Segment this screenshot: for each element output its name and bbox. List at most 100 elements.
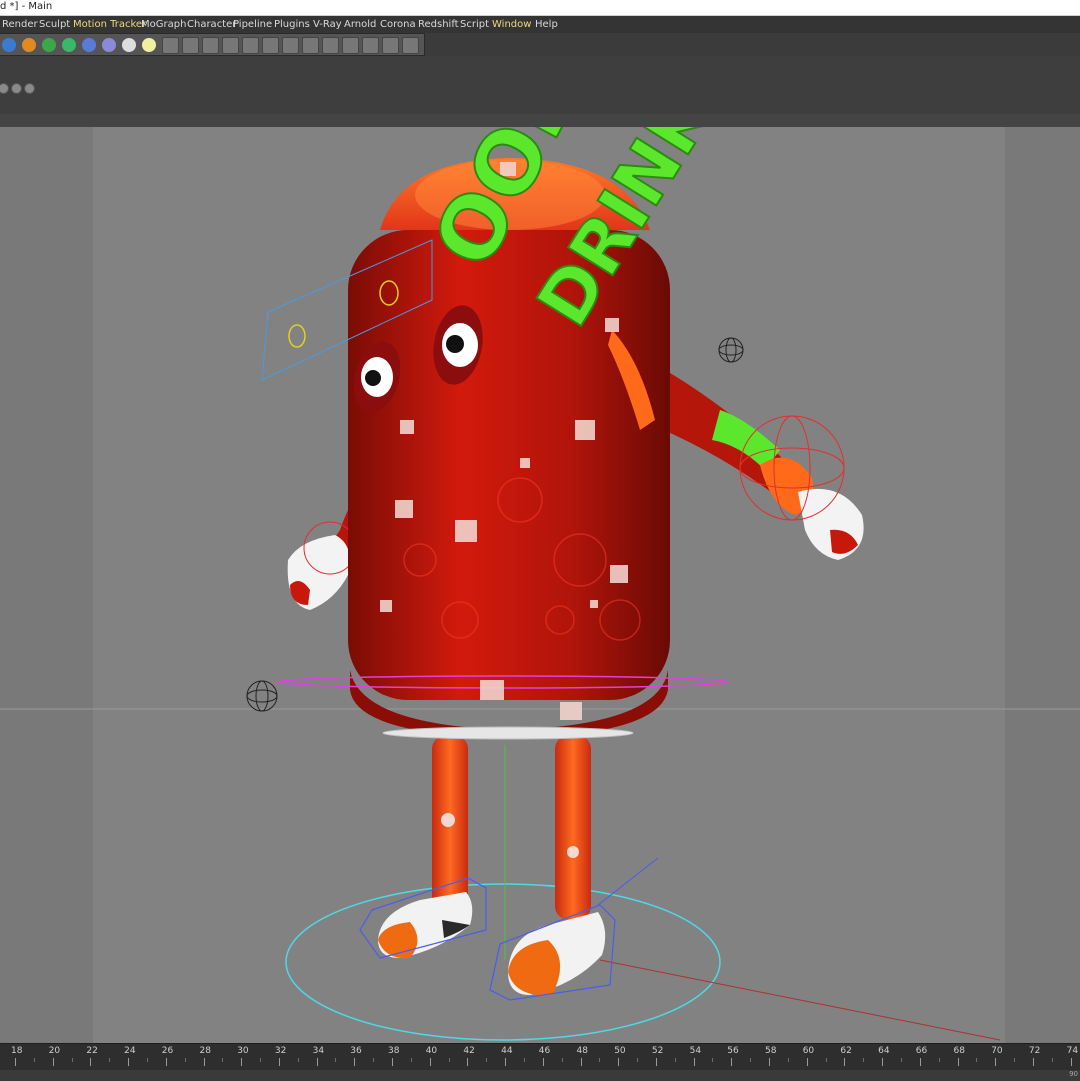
timeline-tick-label: 50	[614, 1046, 626, 1056]
grid-tool-icon-8[interactable]	[302, 37, 319, 54]
timeline-tick	[278, 1058, 280, 1066]
timeline-tick-label: 48	[576, 1046, 588, 1056]
timeline-minor-tick	[109, 1058, 111, 1062]
timeline-tick	[995, 1058, 997, 1066]
timeline-ruler[interactable]: 90 18 20 22 24 26 28 30 32 34 36 38 40 42 44 46 48 50 52 5…	[0, 1043, 1080, 1081]
menu-item-help[interactable]: Help	[535, 18, 558, 31]
timeline-minor-tick	[863, 1058, 865, 1062]
timeline-tick	[354, 1058, 356, 1066]
timeline-minor-tick	[448, 1058, 450, 1062]
light-icon[interactable]	[142, 38, 156, 52]
root-controller-circle[interactable]	[285, 883, 721, 1041]
grid-tool-icon-4[interactable]	[222, 37, 239, 54]
window-title: d *] - Main	[0, 1, 53, 12]
floor-icon[interactable]	[102, 38, 116, 52]
menu-item-pipeline[interactable]: Pipeline	[233, 18, 272, 31]
window-title-bar: d *] - Main	[0, 0, 1080, 16]
hip-pole-target-left[interactable]	[246, 680, 278, 712]
timeline-minor-tick	[373, 1058, 375, 1062]
timeline-tick	[882, 1058, 884, 1066]
timeline-tick-label: 44	[501, 1046, 513, 1056]
grid-tool-icon-7[interactable]	[282, 37, 299, 54]
timeline-minor-tick	[146, 1058, 148, 1062]
timeline-minor-tick	[561, 1058, 563, 1062]
menu-bar: Render Sculpt Motion Tracker MoGraph Charact…	[0, 16, 1080, 33]
timeline-tick	[844, 1058, 846, 1066]
timeline-tick-label: 52	[651, 1046, 664, 1056]
mode-icon-2[interactable]	[11, 83, 22, 94]
timeline-tick	[90, 1058, 92, 1066]
timeline-minor-tick	[976, 1058, 978, 1062]
timeline-tick	[693, 1058, 695, 1066]
scene-svg: OOL DRINK	[0, 127, 1080, 1041]
grid-tool-icon-12[interactable]	[382, 37, 399, 54]
menu-item-redshift[interactable]: Redshift	[418, 18, 459, 31]
3d-viewport[interactable]: OOL DRINK	[0, 127, 1080, 1043]
menu-item-arnold[interactable]: Arnold	[344, 18, 376, 31]
eye-target-left[interactable]	[288, 324, 306, 348]
can-rim	[382, 726, 634, 740]
timeline-minor-tick	[335, 1058, 337, 1062]
grid-tool-icon-9[interactable]	[322, 37, 339, 54]
pen-icon[interactable]	[22, 38, 36, 52]
grid-tool-icon-5[interactable]	[242, 37, 259, 54]
camera-icon[interactable]	[122, 38, 136, 52]
timeline-tick	[542, 1058, 544, 1066]
timeline-minor-tick	[71, 1058, 73, 1062]
timeline-minor-tick	[523, 1058, 525, 1062]
timeline-tick-label: 58	[765, 1046, 777, 1056]
leg-spot	[441, 813, 455, 827]
grid-tool-icon-6[interactable]	[262, 37, 279, 54]
timeline-tick-label: 22	[86, 1046, 98, 1056]
timeline-tick-label: 32	[274, 1046, 287, 1056]
menu-item-mograph[interactable]: MoGraph	[141, 18, 186, 31]
timeline-minor-tick	[900, 1058, 902, 1062]
menu-item-corona[interactable]: Corona	[380, 18, 416, 31]
generator-icon[interactable]	[62, 38, 76, 52]
right-leg	[555, 735, 591, 920]
timeline-tick-label: 74	[1066, 1046, 1079, 1056]
timeline-tick	[1032, 1058, 1034, 1066]
timeline-tick	[919, 1058, 921, 1066]
menu-item-v-ray[interactable]: V-Ray	[313, 18, 342, 31]
timeline-tick-label: 28	[199, 1046, 211, 1056]
viewport-header	[0, 114, 1080, 128]
timeline-minor-tick	[674, 1058, 676, 1062]
grid-tool-icon-1[interactable]	[162, 37, 179, 54]
menu-item-sculpt[interactable]: Sculpt	[39, 18, 70, 31]
timeline-minor-tick	[410, 1058, 412, 1062]
menu-item-render[interactable]: Render	[2, 18, 38, 31]
timeline-minor-tick	[825, 1058, 827, 1062]
timeline-tick-label: 42	[463, 1046, 475, 1056]
menu-item-script[interactable]: Script	[460, 18, 489, 31]
grid-tool-icon-13[interactable]	[402, 37, 419, 54]
grid-tool-icon-10[interactable]	[342, 37, 359, 54]
timeline-minor-tick	[750, 1058, 752, 1062]
timeline-tick-label: 68	[953, 1046, 965, 1056]
mode-icon-1[interactable]	[0, 83, 9, 94]
mode-icon-3[interactable]	[24, 83, 35, 94]
timeline-tick-label: 72	[1028, 1046, 1041, 1056]
menu-item-window[interactable]: Window	[492, 18, 531, 31]
deformer-icon[interactable]	[82, 38, 96, 52]
timeline-tick	[1070, 1058, 1072, 1066]
timeline-tick-label: 20	[48, 1046, 61, 1056]
grid-tool-icon-2[interactable]	[182, 37, 199, 54]
menu-item-character[interactable]: Character	[187, 18, 236, 31]
subdivision-icon[interactable]	[42, 38, 56, 52]
elbow-pole-target-right[interactable]	[718, 337, 744, 363]
grid-tool-icon-3[interactable]	[202, 37, 219, 54]
grid-tool-icon-11[interactable]	[362, 37, 379, 54]
timeline-tick-label: 40	[425, 1046, 438, 1056]
left-shoe	[378, 892, 473, 959]
timeline-minor-tick	[33, 1058, 35, 1062]
timeline-tick-label: 30	[237, 1046, 249, 1056]
timeline-minor-tick	[1051, 1058, 1053, 1062]
timeline-scrub-bar[interactable]: 90	[0, 1070, 1080, 1081]
timeline-tick-label: 62	[840, 1046, 852, 1056]
menu-item-plugins[interactable]: Plugins	[274, 18, 310, 31]
menu-item-motion-tracker[interactable]: Motion Tracker	[73, 18, 146, 31]
main-toolbar	[0, 33, 425, 56]
cube-icon[interactable]	[2, 38, 16, 52]
timeline-tick	[655, 1058, 657, 1066]
